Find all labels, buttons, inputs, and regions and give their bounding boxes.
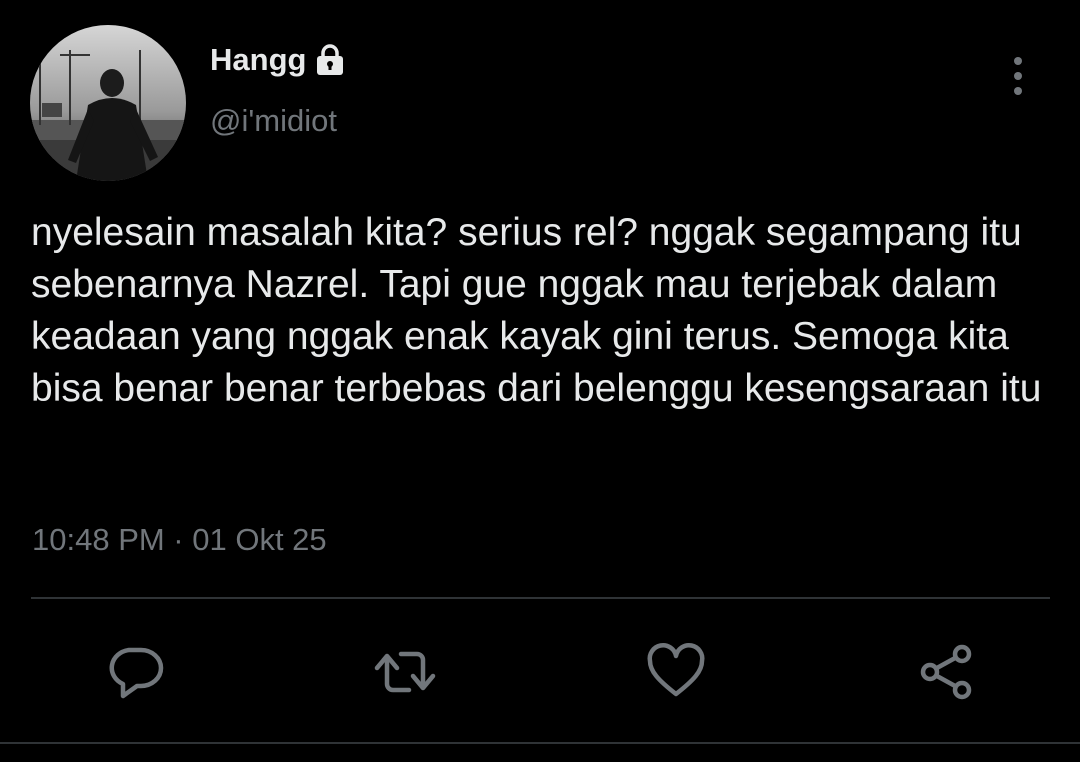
divider [31, 597, 1050, 599]
display-name-text[interactable]: Hangg [210, 40, 306, 80]
tweet-text: nyelesain masalah kita? serius rel? ngga… [31, 211, 1042, 410]
bottom-divider [0, 742, 1080, 744]
tweet-timestamp[interactable]: 10:48 PM · 01 Okt 25 [32, 520, 327, 560]
display-name[interactable]: Hangg [210, 40, 346, 80]
retweet-button[interactable] [373, 640, 437, 704]
like-button[interactable] [644, 640, 708, 704]
more-options-button[interactable] [996, 52, 1040, 100]
lock-icon [314, 43, 346, 77]
avatar-image [30, 25, 186, 181]
more-vertical-icon [1014, 57, 1022, 95]
share-icon [920, 644, 972, 700]
username-handle[interactable]: @i'midiot [210, 101, 337, 141]
reply-icon [109, 647, 164, 699]
retweet-icon [374, 651, 436, 693]
tweet-detail: Hangg @i'midiot nyelesain masalah kita? … [0, 0, 1080, 762]
avatar[interactable] [30, 25, 186, 181]
heart-icon [647, 643, 705, 697]
reply-button[interactable] [103, 640, 167, 704]
share-button[interactable] [914, 640, 978, 704]
